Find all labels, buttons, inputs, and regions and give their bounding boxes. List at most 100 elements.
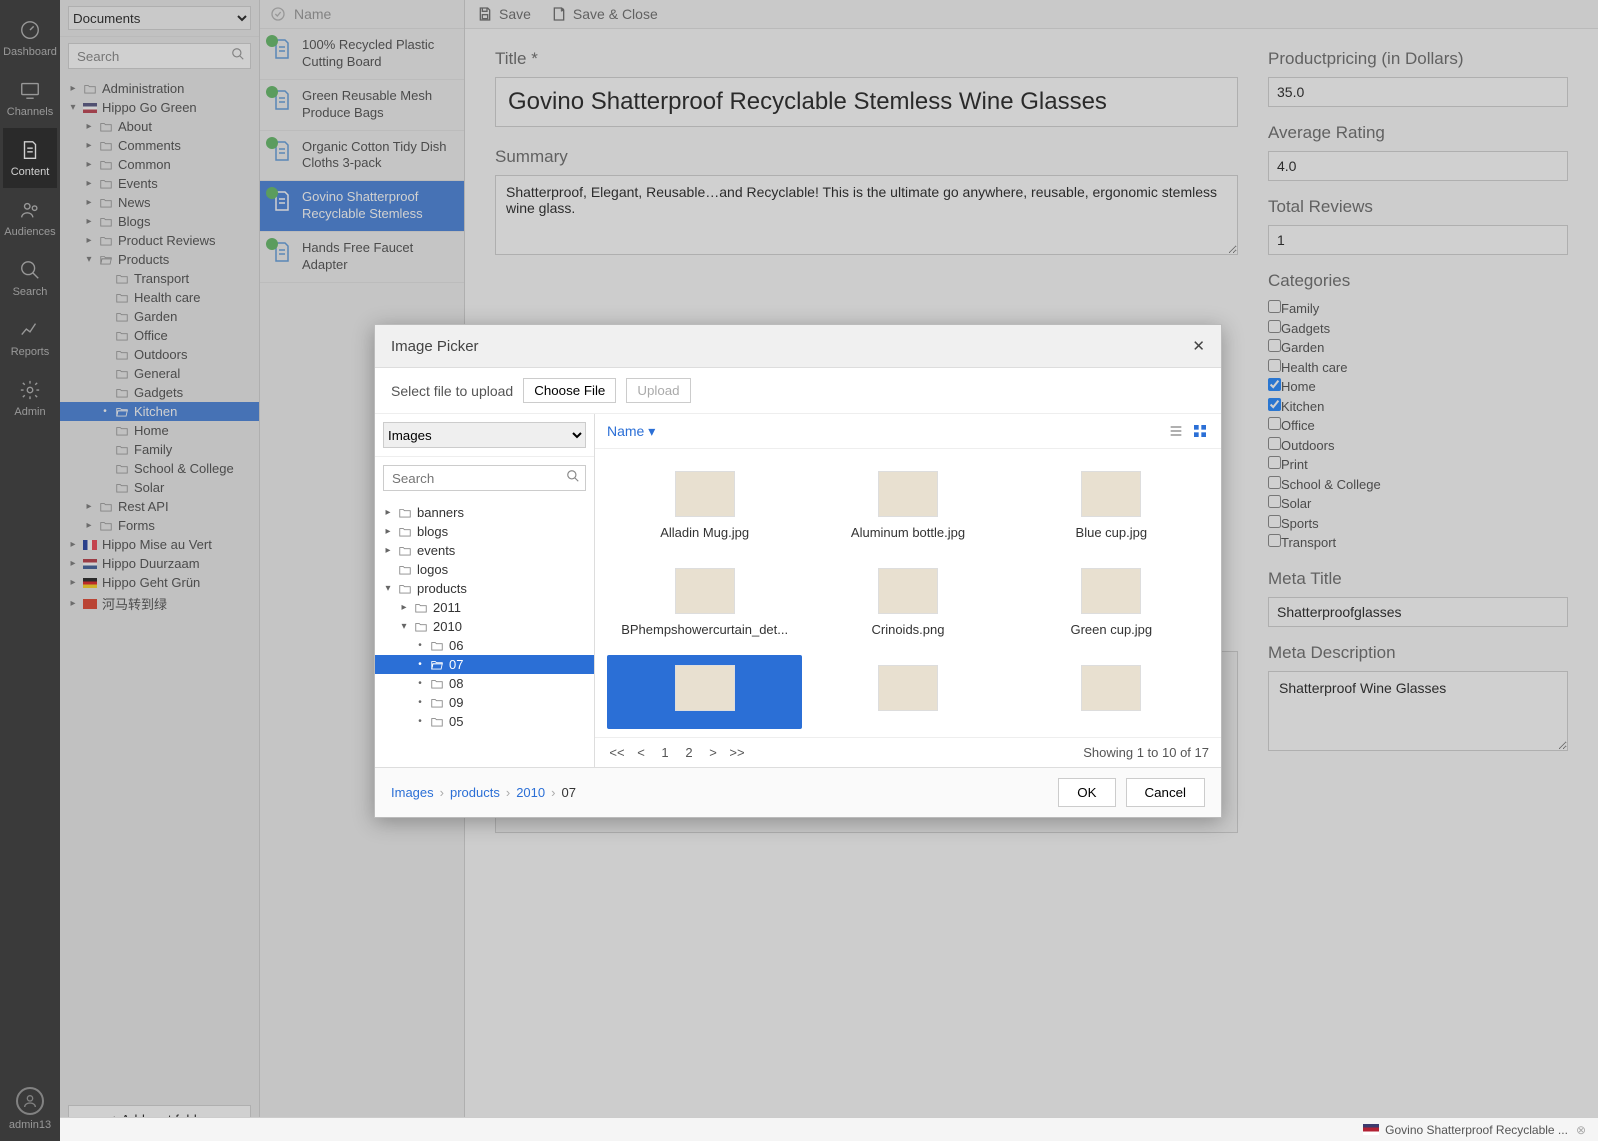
folder-icon [397,563,413,577]
thumbnail-name: Blue cup.jpg [1076,525,1148,540]
thumbnail[interactable]: Aluminum bottle.jpg [810,461,1005,550]
modal-tree-node[interactable]: ▾ 2010 [375,617,594,636]
folder-icon [397,525,413,539]
thumbnail[interactable]: Green cup.jpg [1014,558,1209,647]
search-icon [566,469,580,483]
tree-arrow-icon: ▾ [383,583,393,594]
thumbnail[interactable] [1014,655,1209,729]
tree-node-label: 2011 [433,600,461,615]
thumbnail-name: Aluminum bottle.jpg [851,525,965,540]
pager: << < 1 2 > >> [607,744,747,761]
list-view-button[interactable] [1167,422,1185,440]
breadcrumb: Images › products › 2010 › 07 [391,785,576,800]
modal-search-input[interactable] [383,465,586,491]
tree-arrow-icon: ▾ [399,621,409,632]
modal-tree-node[interactable]: logos [375,560,594,579]
tree-arrow-icon: • [415,659,425,670]
thumbnail-name: Alladin Mug.jpg [660,525,749,540]
breadcrumb-segment[interactable]: Images [391,785,434,800]
image-picker-modal: Image Picker ✕ Select file to upload Cho… [374,324,1222,818]
pager-next[interactable]: > [703,745,723,760]
folder-icon [429,696,445,710]
thumbnail[interactable]: BPhempshowercurtain_det... [607,558,802,647]
thumbnail-image [1081,471,1141,517]
tree-node-label: 07 [449,657,463,672]
cancel-button[interactable]: Cancel [1126,778,1206,807]
modal-tree-node[interactable]: • 05 [375,712,594,731]
thumbnail-image [675,568,735,614]
modal-tree-node[interactable]: ▸ events [375,541,594,560]
pager-prev[interactable]: < [631,745,651,760]
breadcrumb-segment: 07 [561,785,575,800]
modal-tree: ▸banners ▸ blogs ▸ events logos ▾ products ▸ 2011… [375,499,594,767]
upload-prompt: Select file to upload [391,383,513,399]
thumbnail[interactable]: Crinoids.png [810,558,1005,647]
tree-node-label: 05 [449,714,463,729]
thumbnail-image [675,665,735,711]
pager-page-1[interactable]: 1 [655,744,675,761]
modal-tree-node[interactable]: ▸ 2011 [375,598,594,617]
breadcrumb-segment[interactable]: 2010 [516,785,545,800]
folder-icon [397,506,413,520]
upload-button[interactable]: Upload [626,378,690,403]
tree-node-label: logos [417,562,448,577]
pager-last[interactable]: >> [727,745,747,760]
tree-arrow-icon: ▸ [399,602,409,613]
thumbnail-image [1081,568,1141,614]
modal-close-button[interactable]: ✕ [1192,337,1205,355]
modal-tree-node[interactable]: ▾ products [375,579,594,598]
thumbnail[interactable] [607,655,802,729]
tree-node-label: 2010 [433,619,462,634]
modal-tree-node[interactable]: • 06 [375,636,594,655]
breadcrumb-segment[interactable]: products [450,785,500,800]
modal-tree-node[interactable]: ▸ blogs [375,522,594,541]
ok-button[interactable]: OK [1058,778,1115,807]
status-doc-name[interactable]: Govino Shatterproof Recyclable ... [1385,1123,1568,1137]
status-close-icon[interactable]: ⊗ [1576,1123,1586,1137]
tree-arrow-icon: • [415,697,425,708]
breadcrumb-separator-icon: › [506,785,510,800]
folder-icon [397,544,413,558]
modal-selector[interactable]: Images [383,422,586,448]
tree-arrow-icon: • [415,640,425,651]
statusbar: Govino Shatterproof Recyclable ... ⊗ [60,1117,1598,1141]
thumbnail-image [675,471,735,517]
folder-icon [413,601,429,615]
thumbnail-image [878,471,938,517]
grid-view-button[interactable] [1191,422,1209,440]
showing-text: Showing 1 to 10 of 17 [1083,745,1209,760]
tree-arrow-icon: • [415,716,425,727]
thumbnail-name: Crinoids.png [871,622,944,637]
modal-tree-node[interactable]: • 09 [375,693,594,712]
tree-node-label: products [417,581,467,596]
sort-by-button[interactable]: Name ▾ [607,423,655,440]
breadcrumb-separator-icon: › [440,785,444,800]
pager-page-2[interactable]: 2 [679,744,699,761]
tree-node-label: 09 [449,695,463,710]
thumbnail-image [1081,665,1141,711]
thumbnail-name: Green cup.jpg [1070,622,1152,637]
thumbnail[interactable]: Blue cup.jpg [1014,461,1209,550]
folder-icon [413,620,429,634]
modal-tree-node[interactable]: ▸banners [375,503,594,522]
tree-node-label: events [417,543,455,558]
folder-icon [397,582,413,596]
folder-icon [429,639,445,653]
modal-tree-node[interactable]: •08 [375,674,594,693]
tree-arrow-icon: ▸ [383,545,393,556]
modal-tree-node[interactable]: • 07 [375,655,594,674]
thumbnail-name: BPhempshowercurtain_det... [621,622,788,637]
thumbnail[interactable]: Alladin Mug.jpg [607,461,802,550]
thumbnail-image [878,665,938,711]
choose-file-button[interactable]: Choose File [523,378,616,403]
chevron-down-icon: ▾ [648,423,655,439]
breadcrumb-separator-icon: › [551,785,555,800]
tree-arrow-icon: ▸ [383,526,393,537]
tree-node-label: 06 [449,638,463,653]
thumbnail-grid: Alladin Mug.jpg Aluminum bottle.jpg Blue c… [595,449,1221,737]
thumbnail[interactable] [810,655,1005,729]
pager-first[interactable]: << [607,745,627,760]
tree-node-label: blogs [417,524,448,539]
modal-title-text: Image Picker [391,338,479,355]
flag-us-icon [1363,1124,1379,1135]
